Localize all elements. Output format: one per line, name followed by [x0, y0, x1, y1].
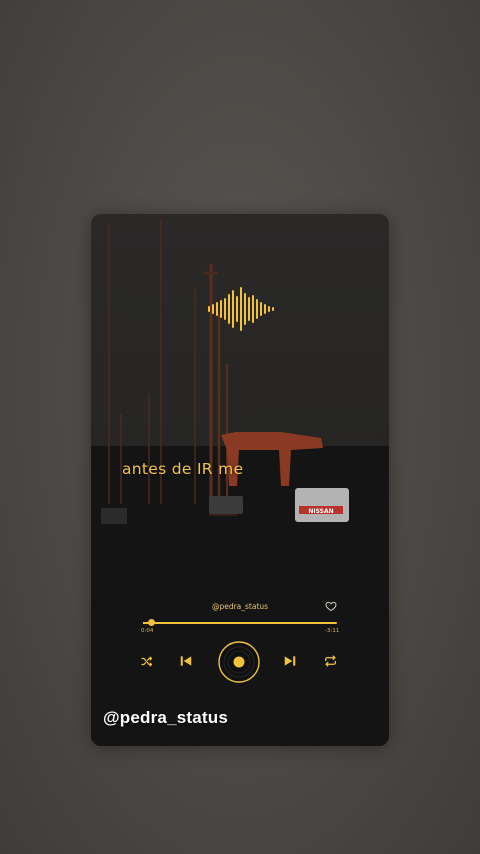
heart-icon[interactable]: [325, 600, 337, 612]
vinyl-disc-play-icon[interactable]: [218, 641, 260, 683]
soundwave-icon: [208, 287, 274, 331]
shuffle-icon[interactable]: [141, 656, 153, 667]
repeat-icon[interactable]: [324, 655, 337, 667]
progress-knob[interactable]: [147, 619, 155, 626]
progress-bar[interactable]: [143, 619, 337, 626]
channel-watermark: @pedra_status: [103, 708, 228, 727]
track-username: @pedra_status: [211, 602, 269, 611]
lyric-line: antes de IR me: [122, 460, 244, 478]
time-elapsed: 0:04: [141, 628, 154, 634]
skip-previous-icon[interactable]: [179, 654, 193, 668]
skip-next-icon[interactable]: [283, 654, 297, 668]
player-card: NISSAN antes de IR me @pedra_status 0:04…: [91, 214, 389, 746]
car-plate-text: NISSAN: [308, 508, 333, 515]
time-remaining: -3:11: [325, 628, 340, 634]
